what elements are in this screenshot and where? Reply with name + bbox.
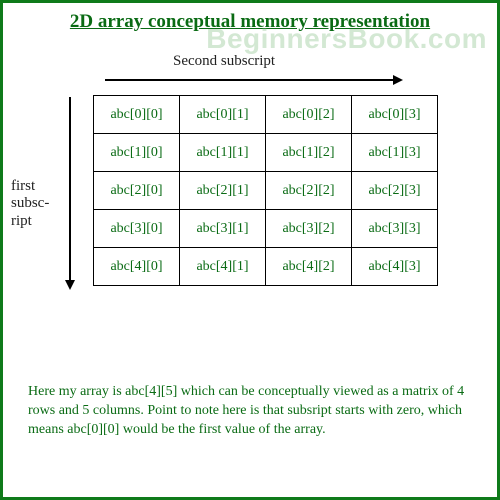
array-cell: abc[2][1] xyxy=(180,172,266,210)
right-arrow-icon xyxy=(103,73,403,87)
array-grid: abc[0][0] abc[0][1] abc[0][2] abc[0][3] … xyxy=(93,95,438,286)
vertical-axis-label: first subsc-ript xyxy=(11,178,53,230)
array-cell: abc[0][3] xyxy=(352,96,438,134)
array-cell: abc[3][0] xyxy=(94,210,180,248)
array-cell: abc[4][1] xyxy=(180,248,266,286)
table-row: abc[3][0] abc[3][1] abc[3][2] abc[3][3] xyxy=(94,210,438,248)
array-cell: abc[0][2] xyxy=(266,96,352,134)
array-cell: abc[4][2] xyxy=(266,248,352,286)
array-cell: abc[1][1] xyxy=(180,134,266,172)
diagram-container: BeginnersBook.com 2D array conceptual me… xyxy=(0,0,500,500)
array-cell: abc[2][2] xyxy=(266,172,352,210)
down-arrow-icon xyxy=(63,95,77,290)
array-cell: abc[0][1] xyxy=(180,96,266,134)
array-cell: abc[3][3] xyxy=(352,210,438,248)
table-row: abc[2][0] abc[2][1] abc[2][2] abc[2][3] xyxy=(94,172,438,210)
array-cell: abc[3][2] xyxy=(266,210,352,248)
array-cell: abc[2][0] xyxy=(94,172,180,210)
table-row: abc[4][0] abc[4][1] abc[4][2] abc[4][3] xyxy=(94,248,438,286)
array-cell: abc[2][3] xyxy=(352,172,438,210)
array-cell: abc[4][0] xyxy=(94,248,180,286)
horizontal-axis-label: Second subscript xyxy=(173,53,275,70)
table-row: abc[1][0] abc[1][1] abc[1][2] abc[1][3] xyxy=(94,134,438,172)
array-cell: abc[1][2] xyxy=(266,134,352,172)
description-text: Here my array is abc[4][5] which can be … xyxy=(28,383,472,440)
array-cell: abc[0][0] xyxy=(94,96,180,134)
table-row: abc[0][0] abc[0][1] abc[0][2] abc[0][3] xyxy=(94,96,438,134)
array-cell: abc[1][3] xyxy=(352,134,438,172)
diagram-title: 2D array conceptual memory representatio… xyxy=(3,11,497,33)
array-cell: abc[1][0] xyxy=(94,134,180,172)
array-cell: abc[3][1] xyxy=(180,210,266,248)
array-cell: abc[4][3] xyxy=(352,248,438,286)
